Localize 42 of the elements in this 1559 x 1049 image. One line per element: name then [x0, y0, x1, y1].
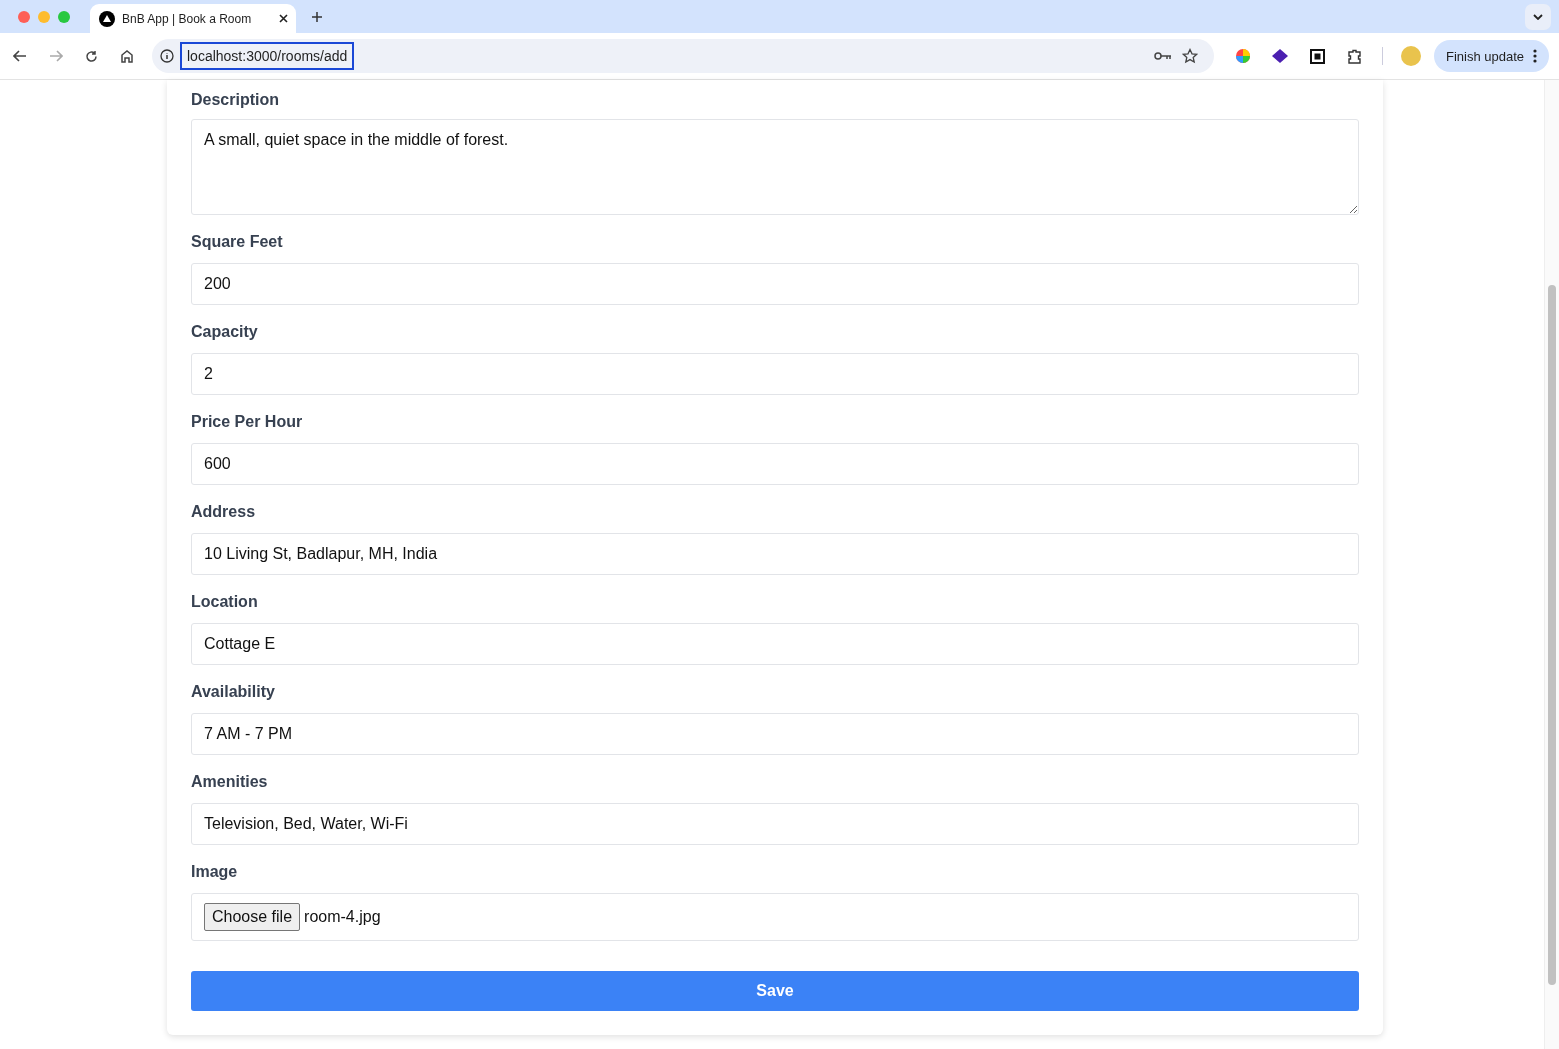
puzzle-icon[interactable]: [1347, 48, 1362, 64]
info-icon[interactable]: [160, 49, 174, 63]
description-field[interactable]: A small, quiet space in the middle of forest.: [191, 119, 1359, 215]
text-field[interactable]: Cottage E: [191, 623, 1359, 665]
field-label: Capacity: [191, 323, 258, 342]
star-icon[interactable]: [1182, 48, 1198, 64]
address-bar[interactable]: localhost:3000/rooms/add: [180, 42, 355, 70]
text-field[interactable]: 10 Living St, Badlapur, MH, India: [191, 533, 1359, 575]
square-icon[interactable]: [1310, 48, 1325, 64]
more-icon: [1533, 49, 1538, 63]
new-tab-icon[interactable]: [311, 10, 323, 23]
triangle-logo-icon: [99, 10, 115, 27]
diamond-icon[interactable]: [1272, 49, 1288, 63]
text-field[interactable]: 600: [191, 443, 1359, 485]
reload-icon[interactable]: [85, 49, 98, 63]
save-button[interactable]: Save: [191, 971, 1359, 1011]
field-label: Square Feet: [191, 233, 283, 252]
text-field[interactable]: 200: [191, 263, 1359, 305]
home-icon[interactable]: [120, 49, 134, 63]
field-label: Availability: [191, 683, 275, 702]
finish-update-button[interactable]: Finish update: [1434, 40, 1550, 72]
choose-file-button[interactable]: Choose file: [204, 903, 301, 931]
close-icon[interactable]: [279, 14, 288, 23]
field-label: Amenities: [191, 773, 268, 792]
file-name: room-4.jpg: [304, 908, 381, 926]
key-icon[interactable]: [1154, 51, 1172, 61]
color-wheel-icon[interactable]: [1236, 49, 1250, 63]
field-label: Address: [191, 503, 256, 522]
text-field[interactable]: 7 AM - 7 PM: [191, 713, 1359, 755]
field-label: Price Per Hour: [191, 413, 303, 432]
field-label: Image: [191, 863, 238, 882]
back-icon[interactable]: [13, 50, 27, 62]
scrollbar-thumb[interactable]: [1548, 285, 1556, 985]
browser-tab[interactable]: BnB App | Book a Room: [90, 4, 296, 33]
field-label: Description: [191, 91, 279, 110]
text-field[interactable]: 2: [191, 353, 1359, 395]
tab-list-button[interactable]: [1525, 3, 1551, 30]
field-label: Location: [191, 593, 258, 612]
text-field[interactable]: Television, Bed, Water, Wi-Fi: [191, 803, 1359, 845]
chevron-down-icon: [1533, 13, 1543, 20]
tab-title: BnB App | Book a Room: [122, 11, 253, 26]
file-field[interactable]: Choose file room-4.jpg: [191, 893, 1359, 941]
